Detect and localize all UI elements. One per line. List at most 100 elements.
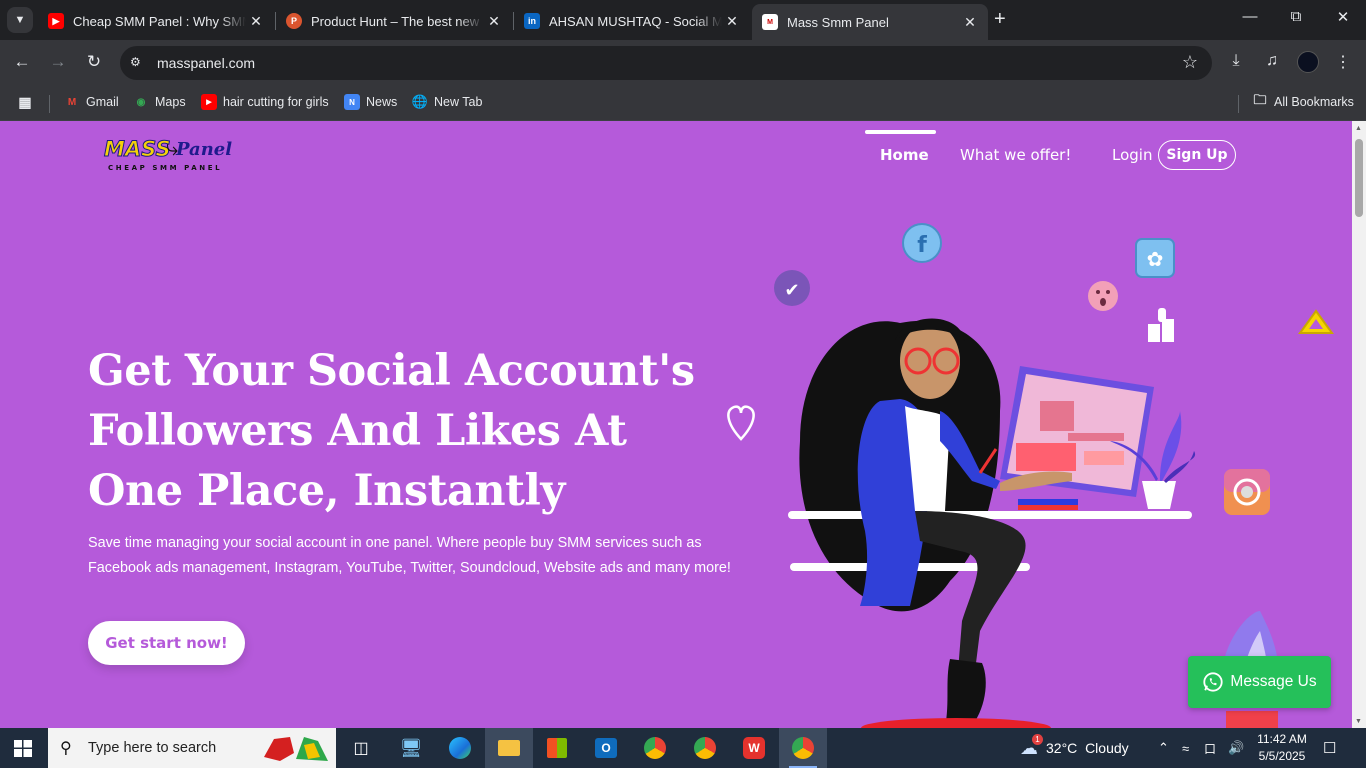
clock-time: 11:42 AM <box>1257 732 1307 746</box>
all-bookmarks-button[interactable]: 🗀 All Bookmarks <box>1252 92 1354 110</box>
whatsapp-icon <box>1203 672 1224 692</box>
scroll-down-arrow-icon[interactable]: ▼ <box>1355 718 1362 725</box>
close-window-button[interactable]: ✕ <box>1320 8 1366 26</box>
notification-icon[interactable]: ☐ <box>1323 739 1336 757</box>
all-bookmarks-label: All Bookmarks <box>1274 95 1354 109</box>
browser-tab-strip: ▼ ▶ Cheap SMM Panel : Why SMMC ✕ P Produ… <box>0 0 1366 40</box>
close-icon[interactable]: ✕ <box>960 14 980 31</box>
youtube-icon: ▶ <box>48 13 64 29</box>
svg-text:f: f <box>917 233 927 258</box>
weather-temp: 32°C <box>1046 740 1078 756</box>
masspanel-icon: M <box>762 14 778 30</box>
tab-mass-smm-panel[interactable]: M Mass Smm Panel ✕ <box>752 4 988 40</box>
address-bar[interactable]: ⚙ masspanel.com ☆ <box>120 46 1212 80</box>
system-clock[interactable]: 11:42 AM 5/5/2025 <box>1252 731 1312 765</box>
task-view-icon: ◫ <box>353 740 369 757</box>
close-icon[interactable]: ✕ <box>246 13 266 30</box>
message-us-button[interactable]: Message Us <box>1188 656 1331 708</box>
nav-active-indicator <box>865 130 936 134</box>
chevron-up-icon: ⌃ <box>1158 740 1169 755</box>
chrome-icon <box>644 737 666 759</box>
facebook-bubble-icon: f <box>902 223 942 263</box>
bookmark-new-tab[interactable]: 🌐 New Tab <box>412 94 483 110</box>
wps-office-icon: W <box>743 737 765 759</box>
chrome-profile-icon <box>694 737 716 759</box>
svg-text:✔: ✔ <box>784 280 799 301</box>
chrome-icon <box>792 737 814 759</box>
back-button[interactable]: ← <box>10 52 34 72</box>
youtube-icon: ▶ <box>201 94 217 110</box>
site-info-icon[interactable]: ⚙ <box>130 55 146 71</box>
scroll-up-arrow-icon[interactable]: ▲ <box>1355 125 1362 132</box>
bookmark-star-icon[interactable]: ☆ <box>1182 52 1198 73</box>
taskbar-app-store[interactable] <box>533 728 581 768</box>
bookmark-gmail[interactable]: M Gmail <box>64 94 119 110</box>
search-highlight-image <box>264 737 328 761</box>
taskbar-app-chrome-profile[interactable] <box>681 728 729 768</box>
bookmark-news[interactable]: N News <box>344 94 397 110</box>
taskbar-app-explorer[interactable] <box>485 728 533 768</box>
weather-badge: 1 <box>1032 733 1043 745</box>
hero-title: Get Your Social Account's Followers And … <box>88 346 695 516</box>
tab-product-hunt[interactable]: P Product Hunt – The best new pr ✕ <box>276 6 512 36</box>
task-view-button[interactable]: ◫ <box>337 728 385 768</box>
volume-icon[interactable]: 🔊 <box>1228 728 1244 768</box>
store-icon <box>547 738 567 758</box>
weather-widget[interactable]: ☁ 1 32°C Cloudy <box>1020 728 1129 768</box>
taskbar-app-chrome[interactable] <box>631 728 679 768</box>
taskbar-app-wps[interactable]: W <box>730 728 778 768</box>
forward-button[interactable]: → <box>46 52 70 72</box>
bookmark-hair-cutting[interactable]: ▶ hair cutting for girls <box>201 94 329 110</box>
taskbar-app-chrome-active[interactable] <box>779 728 827 768</box>
new-tab-button[interactable]: + <box>994 9 1006 29</box>
bookmark-maps[interactable]: ◉ Maps <box>133 94 186 110</box>
bookmark-divider <box>1238 95 1239 113</box>
taskbar-app-pc[interactable]: 🖥 <box>387 728 435 768</box>
page-content: MASS ⤷ Panel CHEAP SMM PANEL Home What w… <box>0 121 1352 728</box>
tab-title: Product Hunt – The best new pr <box>311 13 484 29</box>
bookmark-label: News <box>366 95 398 109</box>
nav-offer-link[interactable]: What we offer! <box>960 146 1071 164</box>
close-icon[interactable]: ✕ <box>484 13 504 30</box>
url-text[interactable]: masspanel.com <box>157 55 255 71</box>
heart-outline-icon <box>727 405 755 441</box>
taskbar-search-box[interactable]: ⚲ Type here to search <box>48 728 336 768</box>
reload-button[interactable]: ↻ <box>82 52 106 72</box>
site-logo[interactable]: MASS ⤷ Panel CHEAP SMM PANEL <box>104 135 233 177</box>
page-scrollbar[interactable]: ▲ ▼ <box>1352 121 1366 728</box>
search-icon: ⚲ <box>60 740 72 757</box>
bookmark-label: Maps <box>155 95 186 109</box>
nav-login-link[interactable]: Login <box>1112 146 1152 164</box>
tab-cheap-smm[interactable]: ▶ Cheap SMM Panel : Why SMMC ✕ <box>38 6 274 36</box>
restore-button[interactable]: ⧉ <box>1273 8 1319 25</box>
tab-linkedin[interactable]: in AHSAN MUSHTAQ - Social Med ✕ <box>514 6 750 36</box>
tab-title: Cheap SMM Panel : Why SMMC <box>73 13 246 29</box>
close-icon[interactable]: ✕ <box>722 13 742 30</box>
nav-home-link[interactable]: Home <box>880 146 929 164</box>
message-us-label: Message Us <box>1230 673 1317 690</box>
download-icon[interactable]: ⤓ <box>1225 52 1247 70</box>
profile-avatar[interactable] <box>1297 51 1319 73</box>
minimize-button[interactable]: — <box>1227 8 1273 25</box>
folder-icon: 🗀 <box>1253 92 1267 107</box>
weather-condition: Cloudy <box>1085 740 1129 756</box>
taskbar-app-outlook[interactable]: O <box>582 728 630 768</box>
scrollbar-thumb[interactable] <box>1355 139 1363 217</box>
thumbs-up-icon <box>1148 308 1174 342</box>
taskbar-app-edge[interactable] <box>436 728 484 768</box>
windows-start-icon[interactable] <box>14 740 32 757</box>
more-menu-icon[interactable]: ⋮ <box>1332 52 1354 72</box>
apps-button[interactable]: ▦ <box>17 94 39 110</box>
svg-text:✿: ✿ <box>1147 247 1164 271</box>
windows-taskbar: ⚲ Type here to search ◫ 🖥 O W ☁ 1 32°C Cl… <box>0 728 1366 768</box>
get-started-button[interactable]: Get start now! <box>88 621 245 665</box>
logo-tagline: CHEAP SMM PANEL <box>108 164 223 172</box>
media-control-icon[interactable]: ♫ <box>1261 52 1283 70</box>
signup-button[interactable]: Sign Up <box>1158 140 1236 170</box>
linkedin-icon: in <box>524 13 540 29</box>
search-placeholder: Type here to search <box>88 740 217 756</box>
tab-search-button[interactable]: ▼ <box>7 7 33 33</box>
system-tray-expand[interactable]: ⌃ <box>1158 728 1169 768</box>
language-icon[interactable]: 口 <box>1204 728 1216 768</box>
network-icon[interactable]: ≈ <box>1182 728 1189 768</box>
